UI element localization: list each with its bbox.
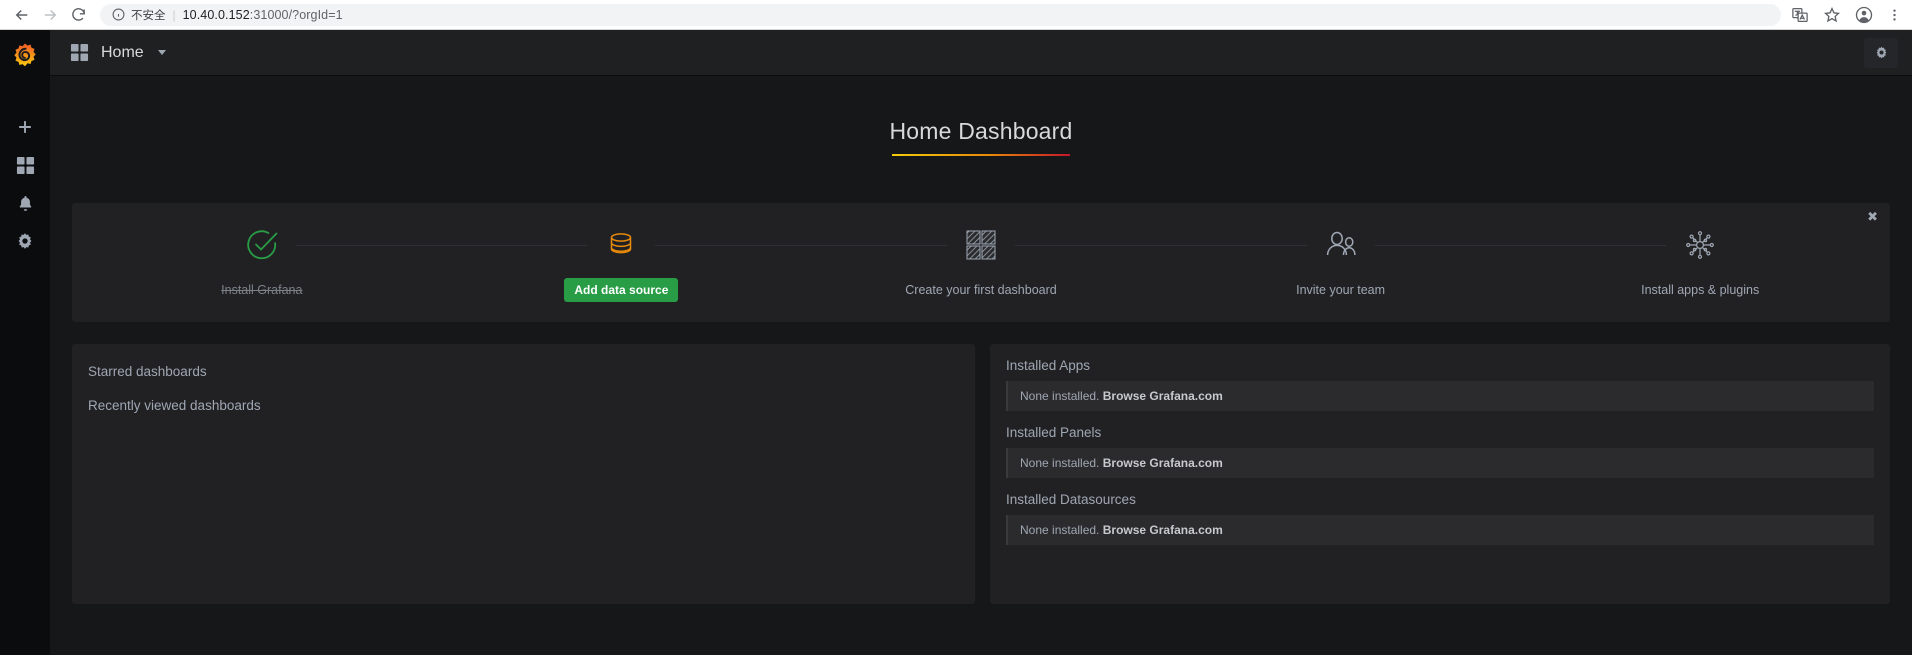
sidebar-item-dashboards[interactable] bbox=[0, 146, 50, 184]
top-navbar: Home bbox=[50, 30, 1912, 76]
step-icon-wrap bbox=[965, 223, 997, 267]
navbar-breadcrumb[interactable]: Home bbox=[70, 43, 166, 62]
none-installed-text: None installed. bbox=[1020, 523, 1100, 537]
address-bar[interactable]: 不安全 | 10.40.0.152:31000/?orgId=1 bbox=[100, 3, 1781, 26]
step-label[interactable]: Install Grafana bbox=[221, 283, 302, 297]
installed-panels-empty-row: None installed. Browse Grafana.com bbox=[1006, 448, 1874, 478]
step-label[interactable]: Install apps & plugins bbox=[1641, 283, 1759, 297]
grafana-app: Home Home Dashboard ✖ Install Grafana Ad… bbox=[0, 30, 1912, 655]
installed-plugins-panel: Installed Apps None installed. Browse Gr… bbox=[990, 344, 1890, 604]
step-connector bbox=[1374, 245, 1667, 246]
sidebar-item-alerting[interactable] bbox=[0, 184, 50, 222]
sidebar-item-create[interactable] bbox=[0, 108, 50, 146]
recently-viewed-dashboards-link[interactable]: Recently viewed dashboards bbox=[84, 392, 963, 419]
plugins-node-icon bbox=[1686, 231, 1715, 259]
check-circle-icon bbox=[247, 230, 278, 260]
page-title-block: Home Dashboard bbox=[72, 76, 1890, 156]
step-label[interactable]: Invite your team bbox=[1296, 283, 1385, 297]
grafana-logo-icon[interactable] bbox=[0, 34, 50, 80]
gear-icon bbox=[18, 233, 32, 249]
step-icon-wrap bbox=[1683, 223, 1717, 267]
dashboards-panel: Starred dashboards Recently viewed dashb… bbox=[72, 344, 975, 604]
url-host: 10.40.0.152 bbox=[182, 7, 250, 22]
title-underline bbox=[892, 154, 1070, 156]
installed-apps-heading: Installed Apps bbox=[1006, 358, 1091, 373]
main-column: Home Home Dashboard ✖ Install Grafana Ad… bbox=[50, 30, 1912, 655]
security-label: 不安全 bbox=[131, 7, 166, 22]
page-title: Home Dashboard bbox=[889, 118, 1073, 144]
none-installed-text: None installed. bbox=[1020, 456, 1100, 470]
add-data-source-button[interactable]: Add data source bbox=[564, 278, 679, 302]
installed-apps-empty-row: None installed. Browse Grafana.com bbox=[1006, 381, 1874, 411]
browse-grafana-link[interactable]: Browse Grafana.com bbox=[1103, 523, 1223, 537]
onboarding-step-add-data-source: Add data source bbox=[442, 223, 947, 302]
dashboard-settings-button[interactable] bbox=[1864, 37, 1898, 68]
dashboard-hatched-icon bbox=[966, 230, 996, 260]
onboarding-step-invite-team: Invite your team bbox=[1161, 223, 1667, 297]
dashboards-grid-icon bbox=[70, 43, 89, 62]
translate-icon[interactable] bbox=[1791, 6, 1809, 24]
dashboard-scroll-area: Home Dashboard ✖ Install Grafana Add dat… bbox=[50, 76, 1912, 655]
installed-datasources-empty-row: None installed. Browse Grafana.com bbox=[1006, 515, 1874, 545]
sidebar bbox=[0, 30, 50, 655]
bell-icon bbox=[19, 195, 31, 211]
users-icon bbox=[1326, 231, 1356, 256]
browser-toolbar: 不安全 | 10.40.0.152:31000/?orgId=1 bbox=[0, 0, 1912, 30]
step-icon-wrap bbox=[245, 223, 279, 267]
installed-datasources-heading: Installed Datasources bbox=[1006, 492, 1136, 507]
star-icon[interactable] bbox=[1823, 6, 1841, 24]
profile-avatar-icon[interactable] bbox=[1855, 6, 1873, 24]
step-connector bbox=[295, 245, 588, 246]
bottom-panels-row: Starred dashboards Recently viewed dashb… bbox=[72, 344, 1890, 604]
step-icon-wrap bbox=[604, 223, 638, 267]
omnibox-separator: | bbox=[172, 7, 176, 22]
step-connector bbox=[1014, 245, 1307, 246]
three-dot-menu-icon[interactable] bbox=[1887, 6, 1902, 24]
step-connector bbox=[655, 245, 947, 246]
installed-panels-heading: Installed Panels bbox=[1006, 425, 1102, 440]
plus-icon bbox=[19, 121, 31, 133]
info-circle-icon[interactable] bbox=[112, 8, 125, 21]
gear-icon bbox=[1876, 46, 1886, 59]
browser-actions bbox=[1791, 6, 1902, 24]
chevron-down-icon[interactable] bbox=[157, 50, 166, 55]
step-label[interactable]: Create your first dashboard bbox=[905, 283, 1056, 297]
database-icon bbox=[611, 233, 632, 254]
onboarding-panel: ✖ Install Grafana Add data source Create… bbox=[72, 203, 1890, 322]
address-bar-url: 10.40.0.152:31000/?orgId=1 bbox=[183, 8, 343, 22]
browser-forward-button[interactable] bbox=[36, 1, 64, 29]
onboarding-step-create-dashboard: Create your first dashboard bbox=[801, 223, 1307, 297]
dashboards-grid-icon bbox=[16, 156, 34, 174]
onboarding-step-install-plugins: Install apps & plugins bbox=[1520, 223, 1880, 297]
starred-dashboards-link[interactable]: Starred dashboards bbox=[84, 358, 963, 385]
url-path: :31000/?orgId=1 bbox=[249, 7, 343, 22]
browse-grafana-link[interactable]: Browse Grafana.com bbox=[1103, 456, 1223, 470]
onboarding-step-install-grafana: Install Grafana bbox=[82, 223, 588, 297]
breadcrumb-home-label: Home bbox=[101, 43, 144, 61]
sidebar-item-configuration[interactable] bbox=[0, 222, 50, 260]
onboarding-steps: Install Grafana Add data source Create y… bbox=[72, 223, 1890, 302]
browser-reload-button[interactable] bbox=[64, 1, 92, 29]
browse-grafana-link[interactable]: Browse Grafana.com bbox=[1103, 389, 1223, 403]
browser-back-button[interactable] bbox=[8, 1, 36, 29]
none-installed-text: None installed. bbox=[1020, 389, 1100, 403]
step-icon-wrap bbox=[1324, 223, 1358, 267]
